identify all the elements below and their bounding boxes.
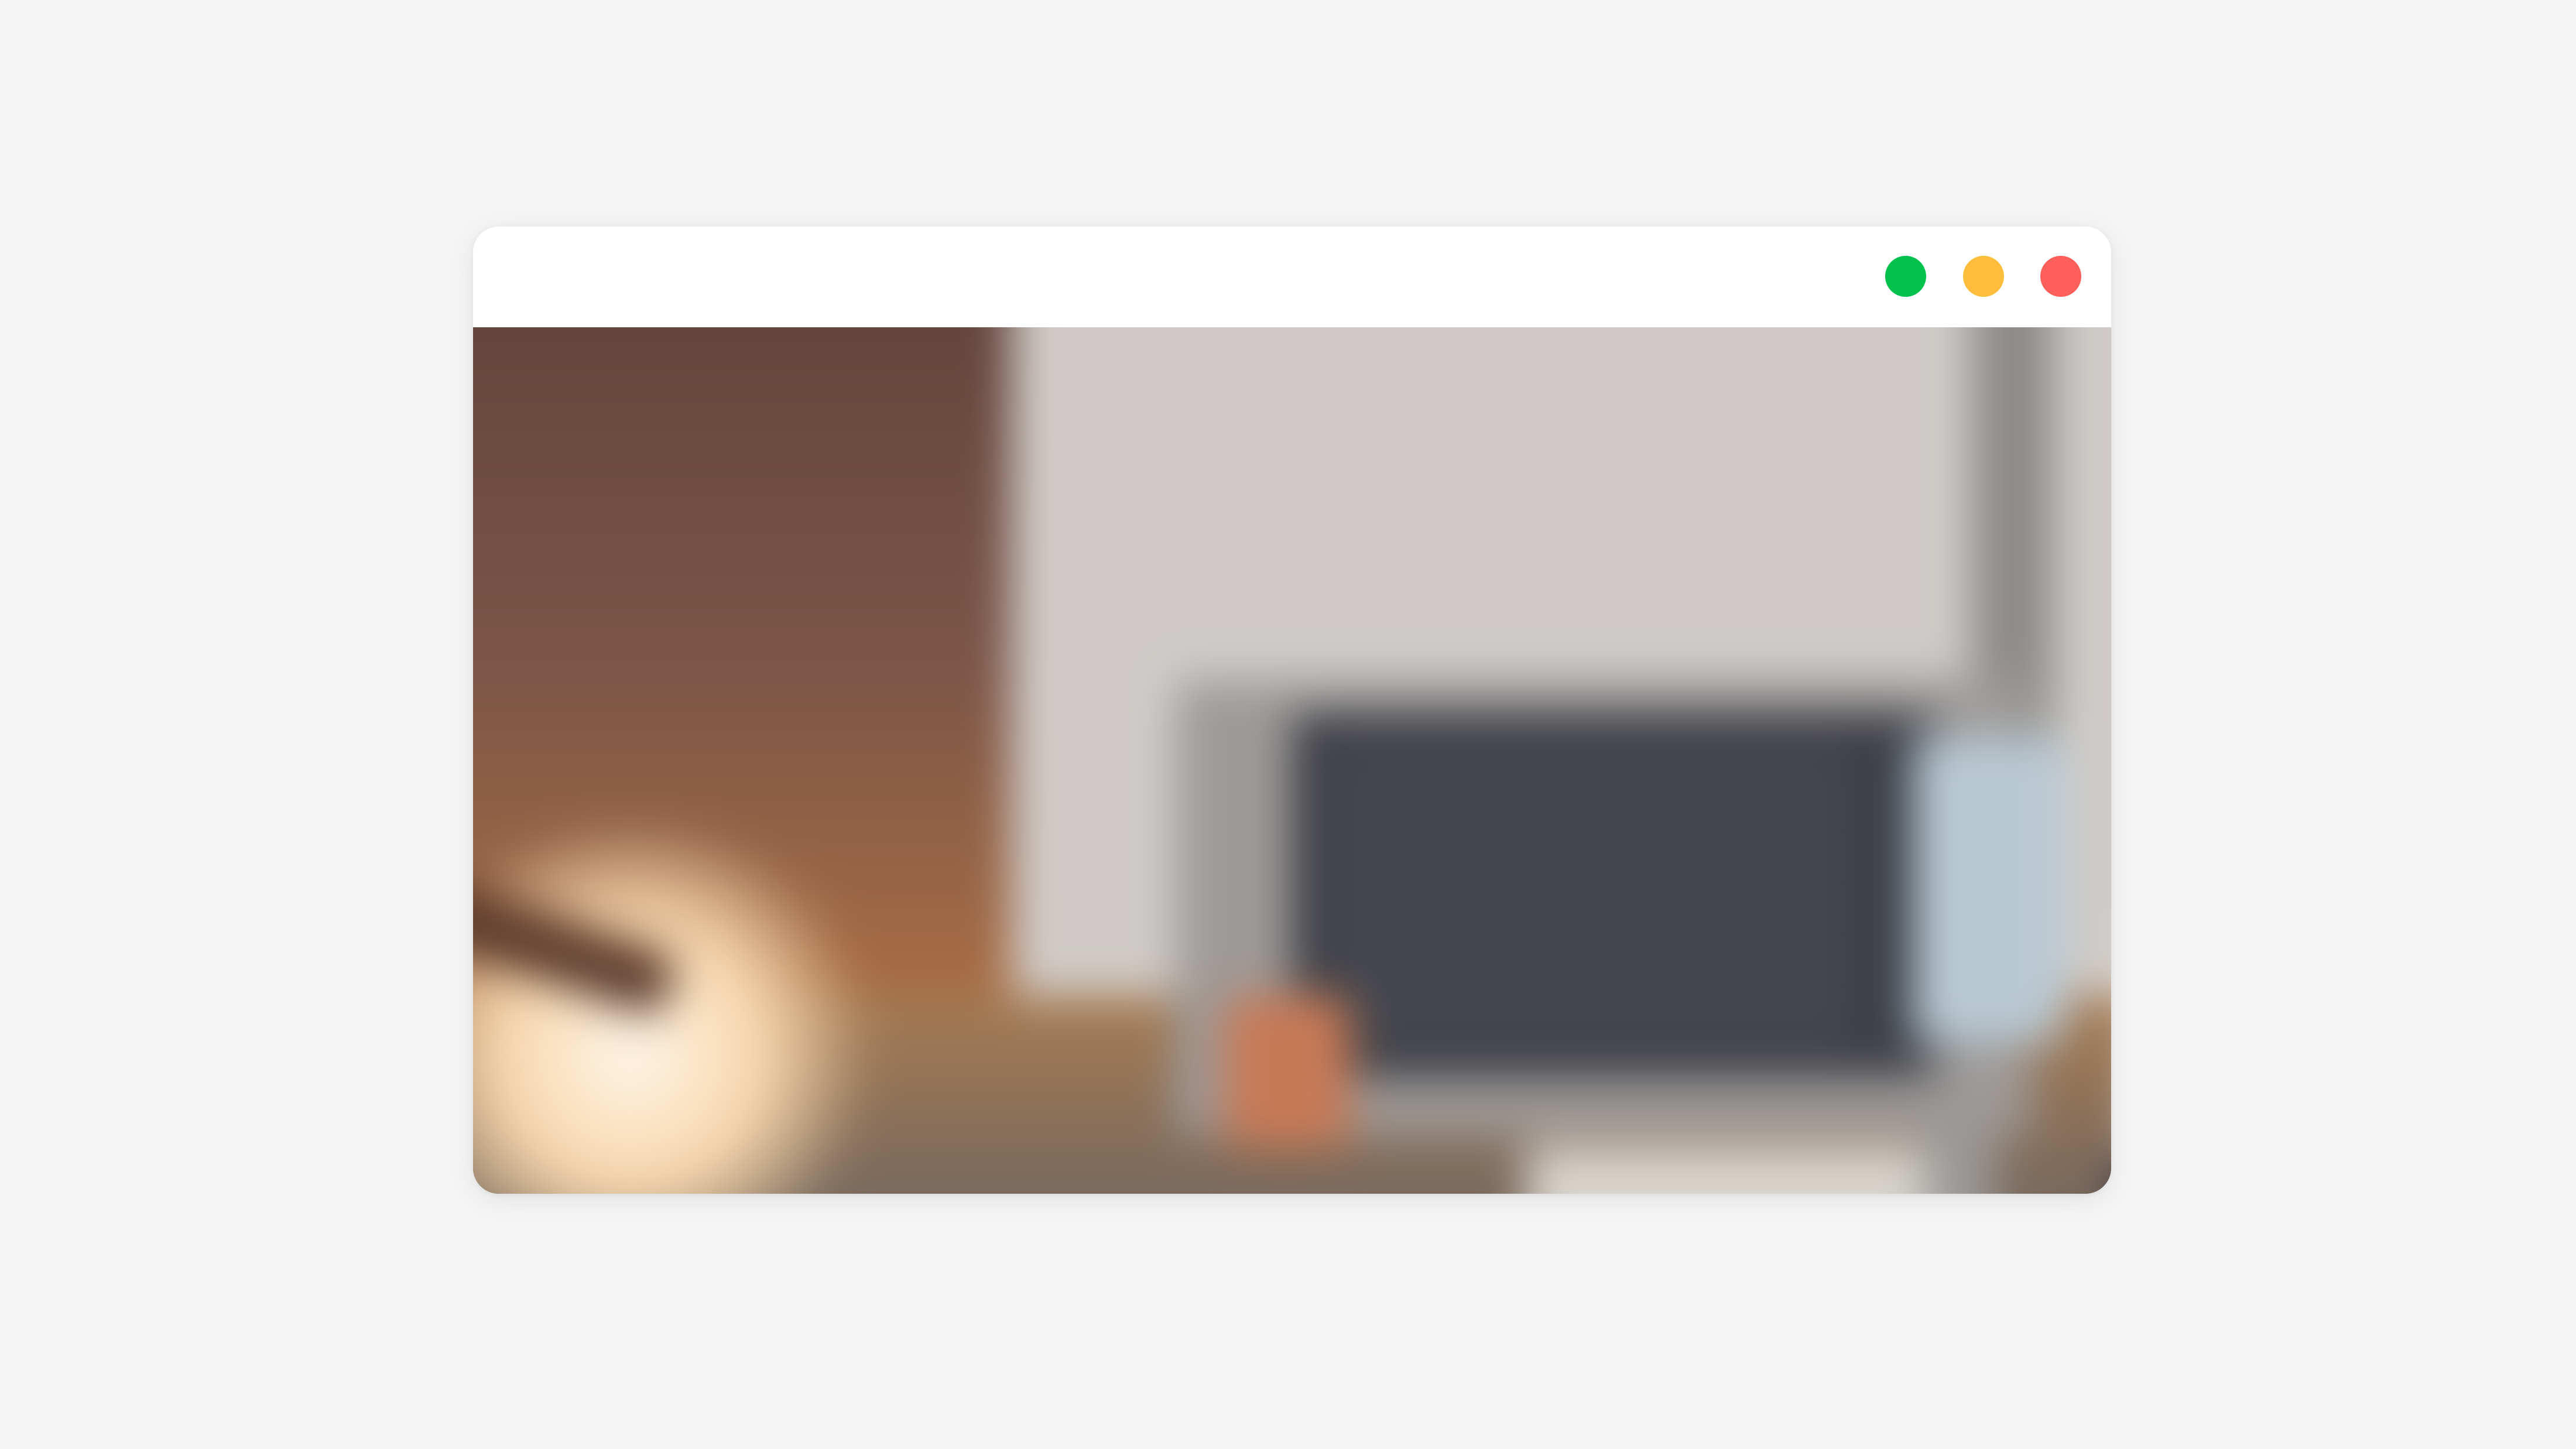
- window-titlebar[interactable]: [473, 227, 2111, 327]
- monitor-accent: [1222, 995, 1351, 1147]
- book-stack: [1527, 1147, 1972, 1194]
- monitor-reflection: [1913, 737, 2065, 1042]
- maximize-button[interactable]: [1885, 256, 1926, 297]
- blurred-workspace-scene: [473, 327, 2111, 1194]
- background-photo: [473, 327, 2111, 1194]
- minimize-button[interactable]: [1963, 256, 2004, 297]
- app-window: [473, 227, 2111, 1194]
- monitor-code-lines: [1328, 749, 1855, 1042]
- close-button[interactable]: [2040, 256, 2081, 297]
- monitor-stand: [1925, 1100, 1995, 1194]
